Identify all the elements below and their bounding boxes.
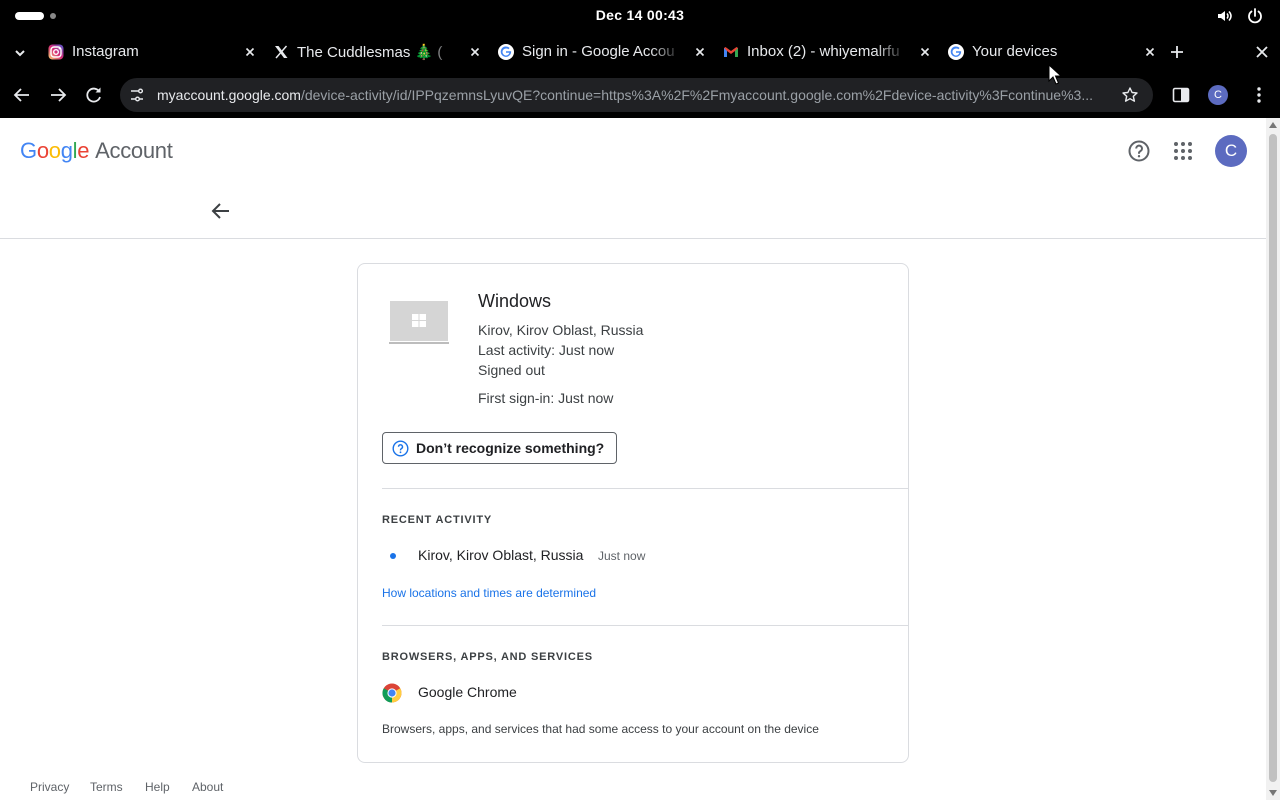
tab-gmail-inbox[interactable]: Inbox (2) - whiyemalrfu bbox=[715, 36, 939, 68]
url-text[interactable]: myaccount.google.com/device-activity/id/… bbox=[157, 87, 1112, 103]
close-tab-icon[interactable] bbox=[1142, 44, 1158, 60]
tab-google-sign-in[interactable]: Sign in - Google Accou bbox=[490, 36, 714, 68]
google-account-logo[interactable]: Google Account bbox=[20, 138, 173, 164]
instagram-icon bbox=[48, 44, 64, 60]
scroll-thumb[interactable] bbox=[1269, 134, 1277, 782]
close-window-icon[interactable] bbox=[1254, 44, 1270, 60]
power-icon[interactable] bbox=[1246, 7, 1264, 25]
device-location: Kirov, Kirov Oblast, Russia bbox=[478, 322, 644, 338]
x-logo-icon bbox=[275, 45, 288, 59]
tab-title: Your devices bbox=[972, 43, 1058, 60]
footer-help-link[interactable]: Help bbox=[145, 780, 170, 794]
gmail-icon bbox=[724, 47, 738, 57]
site-info-icon[interactable] bbox=[128, 86, 146, 104]
bookmark-star-icon[interactable] bbox=[1121, 86, 1139, 104]
scroll-down-arrow-icon[interactable] bbox=[1269, 790, 1277, 796]
tab-title: Sign in - Google Accou bbox=[522, 43, 675, 60]
dont-recognize-label: Don’t recognize something? bbox=[416, 440, 605, 456]
logo-letter: o bbox=[48, 138, 61, 163]
apps-grid-icon[interactable] bbox=[1171, 139, 1195, 163]
recent-activity-heading: RECENT ACTIVITY bbox=[382, 514, 492, 526]
google-g-icon bbox=[948, 44, 964, 60]
reload-icon[interactable] bbox=[83, 84, 105, 106]
address-bar[interactable]: myaccount.google.com/device-activity/id/… bbox=[120, 78, 1153, 112]
footer-about-link[interactable]: About bbox=[192, 780, 223, 794]
windows-device-icon bbox=[389, 301, 449, 344]
close-tab-icon[interactable] bbox=[467, 44, 483, 60]
close-tab-icon[interactable] bbox=[692, 44, 708, 60]
account-avatar[interactable]: C bbox=[1215, 135, 1247, 167]
how-locations-link[interactable]: How locations and times are determined bbox=[382, 586, 596, 600]
logo-letter: g bbox=[60, 138, 73, 163]
browser-menu-icon[interactable] bbox=[1248, 84, 1270, 106]
activity-time: Just now bbox=[598, 549, 646, 563]
first-sign-in: First sign-in: Just now bbox=[478, 390, 614, 406]
account-title: Account bbox=[95, 138, 173, 163]
sub-header bbox=[0, 182, 1266, 239]
page-content: Google Account C Windows Kirov, Kirov Ob… bbox=[0, 118, 1266, 800]
volume-icon[interactable] bbox=[1216, 7, 1234, 25]
divider bbox=[382, 488, 908, 489]
sign-in-status: Signed out bbox=[478, 362, 545, 378]
tab-title: Inbox (2) - whiyemalrfu bbox=[747, 43, 900, 60]
google-account-header: Google Account C bbox=[0, 118, 1266, 182]
side-panel-icon[interactable] bbox=[1170, 84, 1192, 106]
tab-cuddlesmas[interactable]: The Cuddlesmas 🎄 ( bbox=[265, 36, 489, 68]
app-name[interactable]: Google Chrome bbox=[418, 684, 517, 700]
chrome-icon bbox=[382, 683, 402, 703]
new-tab-icon[interactable] bbox=[1169, 44, 1185, 60]
close-tab-icon[interactable] bbox=[242, 44, 258, 60]
profile-avatar[interactable]: C bbox=[1208, 85, 1228, 105]
tab-search-chevron-icon[interactable] bbox=[13, 46, 27, 60]
question-circle-icon bbox=[392, 440, 409, 457]
apps-description: Browsers, apps, and services that had so… bbox=[382, 722, 819, 736]
tab-title: Instagram bbox=[72, 43, 139, 60]
url-path: /device-activity/id/IPPqzemnsLyuvQE?cont… bbox=[300, 87, 1093, 103]
device-details-card: Windows Kirov, Kirov Oblast, Russia Last… bbox=[357, 263, 909, 763]
url-host: myaccount.google.com bbox=[157, 87, 301, 103]
google-g-icon bbox=[498, 44, 514, 60]
logo-letter: G bbox=[20, 138, 37, 163]
back-icon[interactable] bbox=[11, 84, 33, 106]
browsers-apps-heading: BROWSERS, APPS, AND SERVICES bbox=[382, 651, 593, 663]
browser-toolbar: myaccount.google.com/device-activity/id/… bbox=[0, 72, 1280, 118]
dont-recognize-button[interactable]: Don’t recognize something? bbox=[382, 432, 617, 464]
mouse-cursor-icon bbox=[1048, 64, 1062, 85]
system-top-bar: Dec 14 00:43 bbox=[0, 0, 1280, 32]
help-icon[interactable] bbox=[1127, 139, 1151, 163]
activity-location: Kirov, Kirov Oblast, Russia bbox=[418, 547, 584, 563]
close-tab-icon[interactable] bbox=[917, 44, 933, 60]
activity-dot bbox=[390, 553, 396, 559]
last-activity: Last activity: Just now bbox=[478, 342, 615, 358]
back-arrow-icon[interactable] bbox=[209, 199, 233, 223]
system-clock[interactable]: Dec 14 00:43 bbox=[0, 7, 1280, 23]
device-name: Windows bbox=[478, 291, 552, 311]
divider bbox=[382, 625, 908, 626]
footer-terms-link[interactable]: Terms bbox=[90, 780, 123, 794]
logo-letter: e bbox=[77, 138, 90, 163]
tab-instagram[interactable]: Instagram bbox=[40, 36, 264, 68]
tab-title: The Cuddlesmas 🎄 ( bbox=[297, 44, 443, 61]
footer-privacy-link[interactable]: Privacy bbox=[30, 780, 69, 794]
page-scrollbar[interactable] bbox=[1266, 118, 1280, 800]
forward-icon[interactable] bbox=[47, 84, 69, 106]
scroll-up-arrow-icon[interactable] bbox=[1269, 122, 1277, 128]
logo-letter: o bbox=[36, 138, 49, 163]
tab-strip: Instagram The Cuddlesmas 🎄 ( Sign in - G… bbox=[0, 32, 1280, 72]
